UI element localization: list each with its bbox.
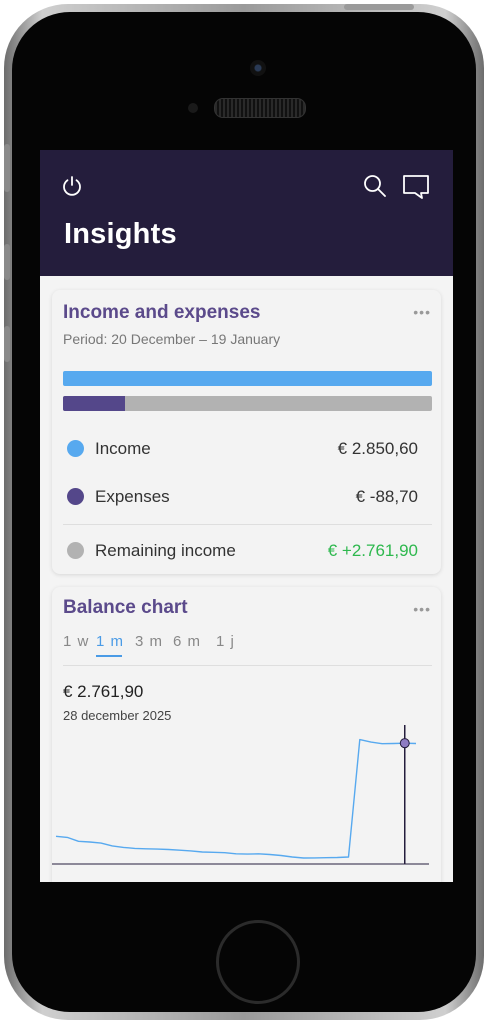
power-icon[interactable]	[60, 174, 84, 198]
tab-1w[interactable]: 1 w	[63, 633, 89, 650]
more-options-icon[interactable]: •••	[413, 601, 431, 617]
income-value: € 2.850,60	[337, 439, 418, 458]
expenses-value: € -88,70	[355, 487, 418, 506]
page-title: Insights	[64, 218, 177, 250]
remaining-value: € +2.761,90	[327, 541, 418, 560]
balance-value: € 2.761,90	[63, 682, 144, 701]
divider	[63, 524, 432, 525]
chat-icon[interactable]	[401, 173, 431, 201]
expenses-dot	[67, 488, 84, 505]
volume-down-button	[4, 326, 10, 362]
search-icon[interactable]	[362, 173, 388, 199]
proximity-sensor	[188, 103, 198, 113]
power-hardware-button	[344, 4, 414, 10]
earpiece-speaker	[214, 98, 306, 118]
more-options-icon[interactable]: •••	[413, 304, 431, 320]
income-row: Income € 2.850,60	[63, 434, 432, 464]
income-label: Income	[95, 439, 151, 458]
card-title: Income and expenses	[63, 302, 261, 323]
expenses-row: Expenses € -88,70	[63, 482, 432, 512]
period-text: Period: 20 December – 19 January	[63, 331, 281, 347]
volume-up-button	[4, 244, 10, 280]
divider	[63, 665, 432, 666]
home-button[interactable]	[216, 920, 300, 1004]
income-expenses-card[interactable]: Income and expenses ••• Period: 20 Decem…	[52, 290, 441, 574]
balance-chart-card[interactable]: Balance chart ••• 1 w 1 m 3 m 6 m 1 j € …	[52, 587, 441, 882]
tab-1j[interactable]: 1 j	[216, 633, 235, 650]
balance-date: 28 december 2025	[63, 708, 172, 723]
income-bar	[63, 371, 432, 386]
chart-highlight-point[interactable]	[399, 738, 410, 749]
remaining-label: Remaining income	[95, 541, 236, 560]
mute-switch	[4, 144, 10, 192]
app-header: Insights	[40, 150, 453, 276]
front-camera	[250, 60, 266, 76]
expenses-bar-fill	[63, 396, 125, 411]
tab-1m[interactable]: 1 m	[96, 633, 124, 650]
income-dot	[67, 440, 84, 457]
expenses-label: Expenses	[95, 487, 170, 506]
card-title: Balance chart	[63, 597, 188, 618]
expenses-bar	[63, 396, 432, 411]
remaining-row: Remaining income € +2.761,90	[63, 536, 432, 566]
active-tab-indicator	[96, 655, 122, 657]
balance-line-chart[interactable]	[52, 725, 441, 882]
remaining-dot	[67, 542, 84, 559]
app-screen: Insights Income and expenses ••• Period:…	[40, 150, 453, 882]
tab-3m[interactable]: 3 m	[135, 633, 163, 650]
balance-series-line	[55, 738, 417, 859]
tab-6m[interactable]: 6 m	[173, 633, 201, 650]
